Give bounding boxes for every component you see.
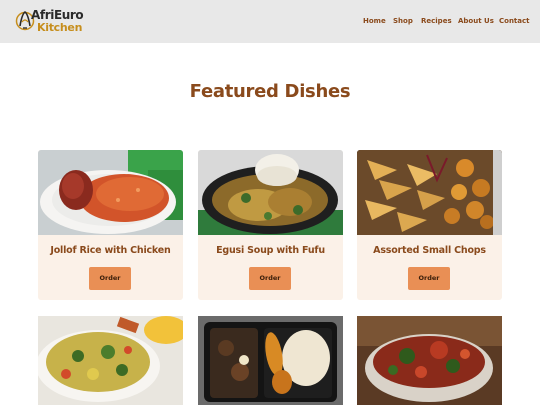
order-button-egusi[interactable]: Order: [249, 267, 291, 290]
dish-card: Jollof Rice with Chicken Order: [38, 150, 183, 300]
vegetable-stew-image[interactable]: [357, 316, 502, 405]
nav-home[interactable]: Home: [363, 15, 386, 27]
jollof-rice-image[interactable]: [38, 150, 183, 235]
main-nav: Home Shop Recipes About Us Contact: [0, 15, 540, 27]
nav-about-us[interactable]: About Us: [458, 15, 494, 27]
order-button-small-chops[interactable]: Order: [408, 267, 450, 290]
site-header: AfriEuro Kitchen Home Shop Recipes About…: [0, 0, 540, 43]
dish-name: Assorted Small Chops: [373, 245, 486, 256]
nav-contact[interactable]: Contact: [499, 15, 530, 27]
dish-card: Egusi Soup with Fufu Order: [198, 150, 343, 300]
featured-dishes-heading: Featured Dishes: [189, 81, 351, 102]
dish-card: Assorted Small Chops Order: [357, 150, 502, 300]
small-chops-image[interactable]: [357, 150, 502, 235]
nav-recipes[interactable]: Recipes: [421, 15, 452, 27]
vegetable-rice-image[interactable]: [38, 316, 183, 405]
dish-name: Jollof Rice with Chicken: [50, 245, 171, 256]
rice-plantain-image[interactable]: [198, 316, 343, 405]
egusi-soup-image[interactable]: [198, 150, 343, 235]
order-button-jollof[interactable]: Order: [89, 267, 131, 290]
dish-name: Egusi Soup with Fufu: [216, 245, 325, 256]
nav-shop[interactable]: Shop: [393, 15, 413, 27]
